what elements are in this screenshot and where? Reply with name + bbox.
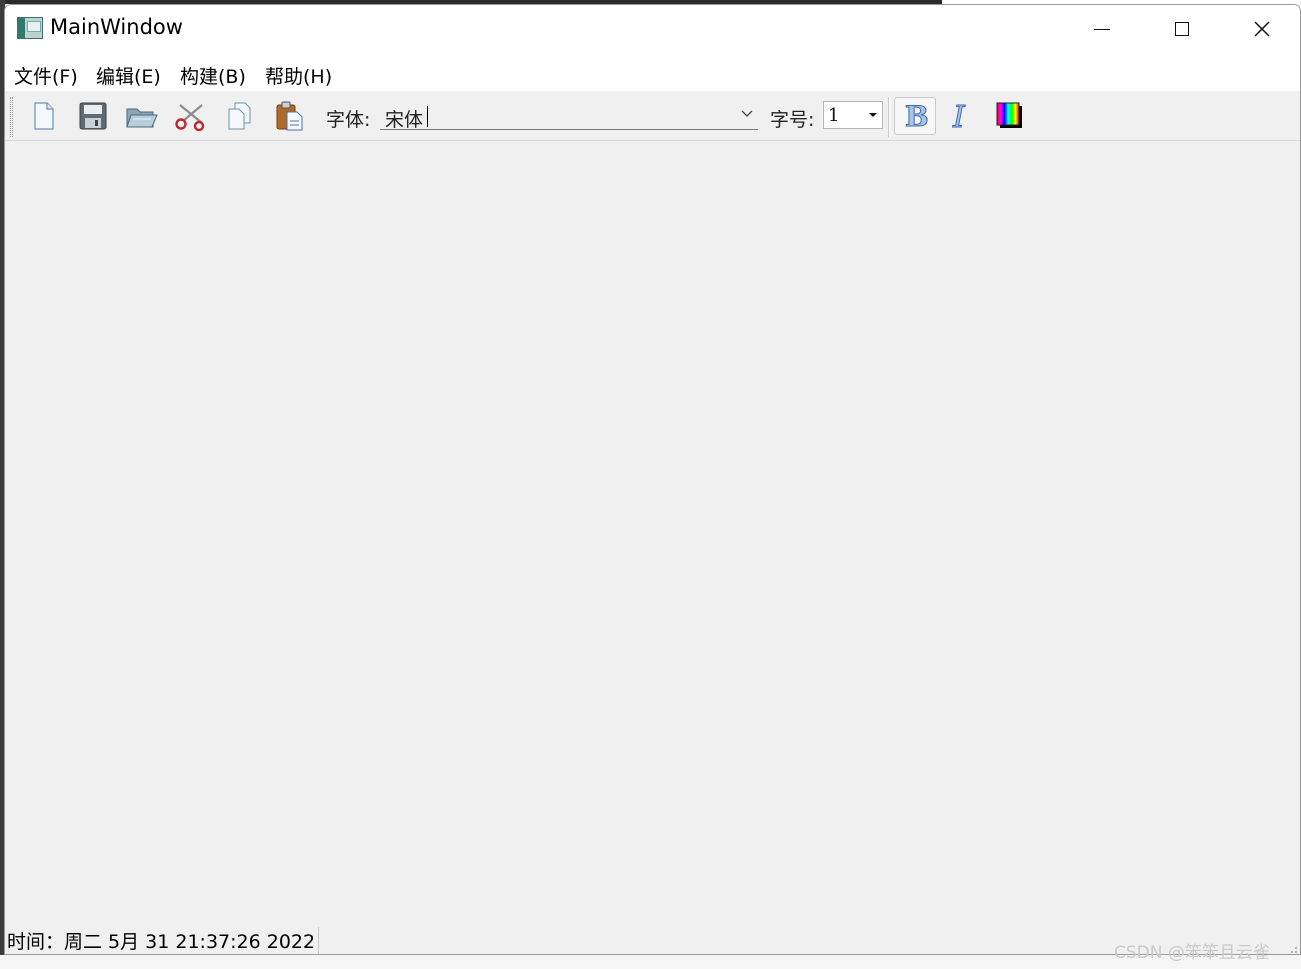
menu-build[interactable]: 构建(B) (178, 62, 248, 89)
status-bar: 时间：周二 5月 31 21:37:26 2022 (5, 921, 1300, 954)
copy-button[interactable] (221, 98, 259, 134)
status-time-label: 时间：周二 5月 31 21:37:26 2022 (7, 927, 320, 954)
scissors-icon (175, 104, 205, 131)
toolbar: 字体: 宋体 字号: 1 B I (5, 91, 1300, 141)
central-widget[interactable] (5, 142, 1300, 920)
resize-grip-icon[interactable] (1288, 944, 1298, 954)
dropdown-arrow-icon (869, 113, 877, 117)
font-label: 字体: (326, 109, 371, 131)
menu-file[interactable]: 文件(F) (12, 62, 80, 89)
minimize-button[interactable] (1062, 5, 1142, 53)
close-icon (1254, 21, 1270, 37)
window-title: MainWindow (50, 15, 183, 39)
font-combobox[interactable]: 宋体 (380, 103, 758, 131)
toolbar-separator (888, 97, 890, 137)
bold-button[interactable]: B (894, 97, 936, 135)
color-palette-icon (996, 102, 1022, 128)
bold-icon: B (905, 101, 929, 131)
new-button[interactable] (25, 98, 63, 134)
font-size-combobox[interactable]: 1 (823, 101, 883, 129)
chevron-down-icon (741, 110, 753, 117)
color-button[interactable] (990, 98, 1028, 134)
new-file-icon (34, 102, 54, 130)
text-caret (427, 106, 428, 127)
background-bottom (0, 955, 1301, 969)
app-window-icon (17, 17, 43, 39)
font-value: 宋体 (385, 109, 424, 131)
menu-bar: 文件(F) 编辑(E) 构建(B) 帮助(H) (5, 53, 1300, 91)
copy-icon (228, 102, 251, 130)
maximize-button[interactable] (1142, 5, 1222, 53)
font-size-value: 1 (828, 105, 840, 126)
toolbar-grip[interactable] (10, 97, 13, 137)
svg-text:I: I (952, 100, 966, 132)
paste-button[interactable] (271, 98, 309, 134)
svg-text:B: B (905, 101, 928, 131)
main-window: MainWindow 文件(F) 编辑(E) 构建(B) 帮助(H) 字体: 宋… (4, 4, 1301, 955)
open-folder-icon (126, 108, 158, 128)
floppy-disk-icon (79, 102, 107, 130)
menu-help[interactable]: 帮助(H) (263, 62, 334, 89)
watermark-text: CSDN @笨笨且云雀 (1114, 943, 1270, 963)
size-label: 字号: (770, 109, 815, 131)
maximize-icon (1175, 22, 1189, 36)
title-bar[interactable]: MainWindow (5, 5, 1300, 53)
paste-icon (276, 101, 303, 131)
italic-button[interactable]: I (942, 98, 980, 134)
minimize-icon (1094, 28, 1110, 30)
save-button[interactable] (74, 98, 112, 134)
menu-edit[interactable]: 编辑(E) (94, 62, 163, 89)
italic-icon: I (952, 100, 967, 132)
cut-button[interactable] (172, 98, 210, 134)
close-button[interactable] (1222, 5, 1300, 53)
open-button[interactable] (123, 98, 161, 134)
